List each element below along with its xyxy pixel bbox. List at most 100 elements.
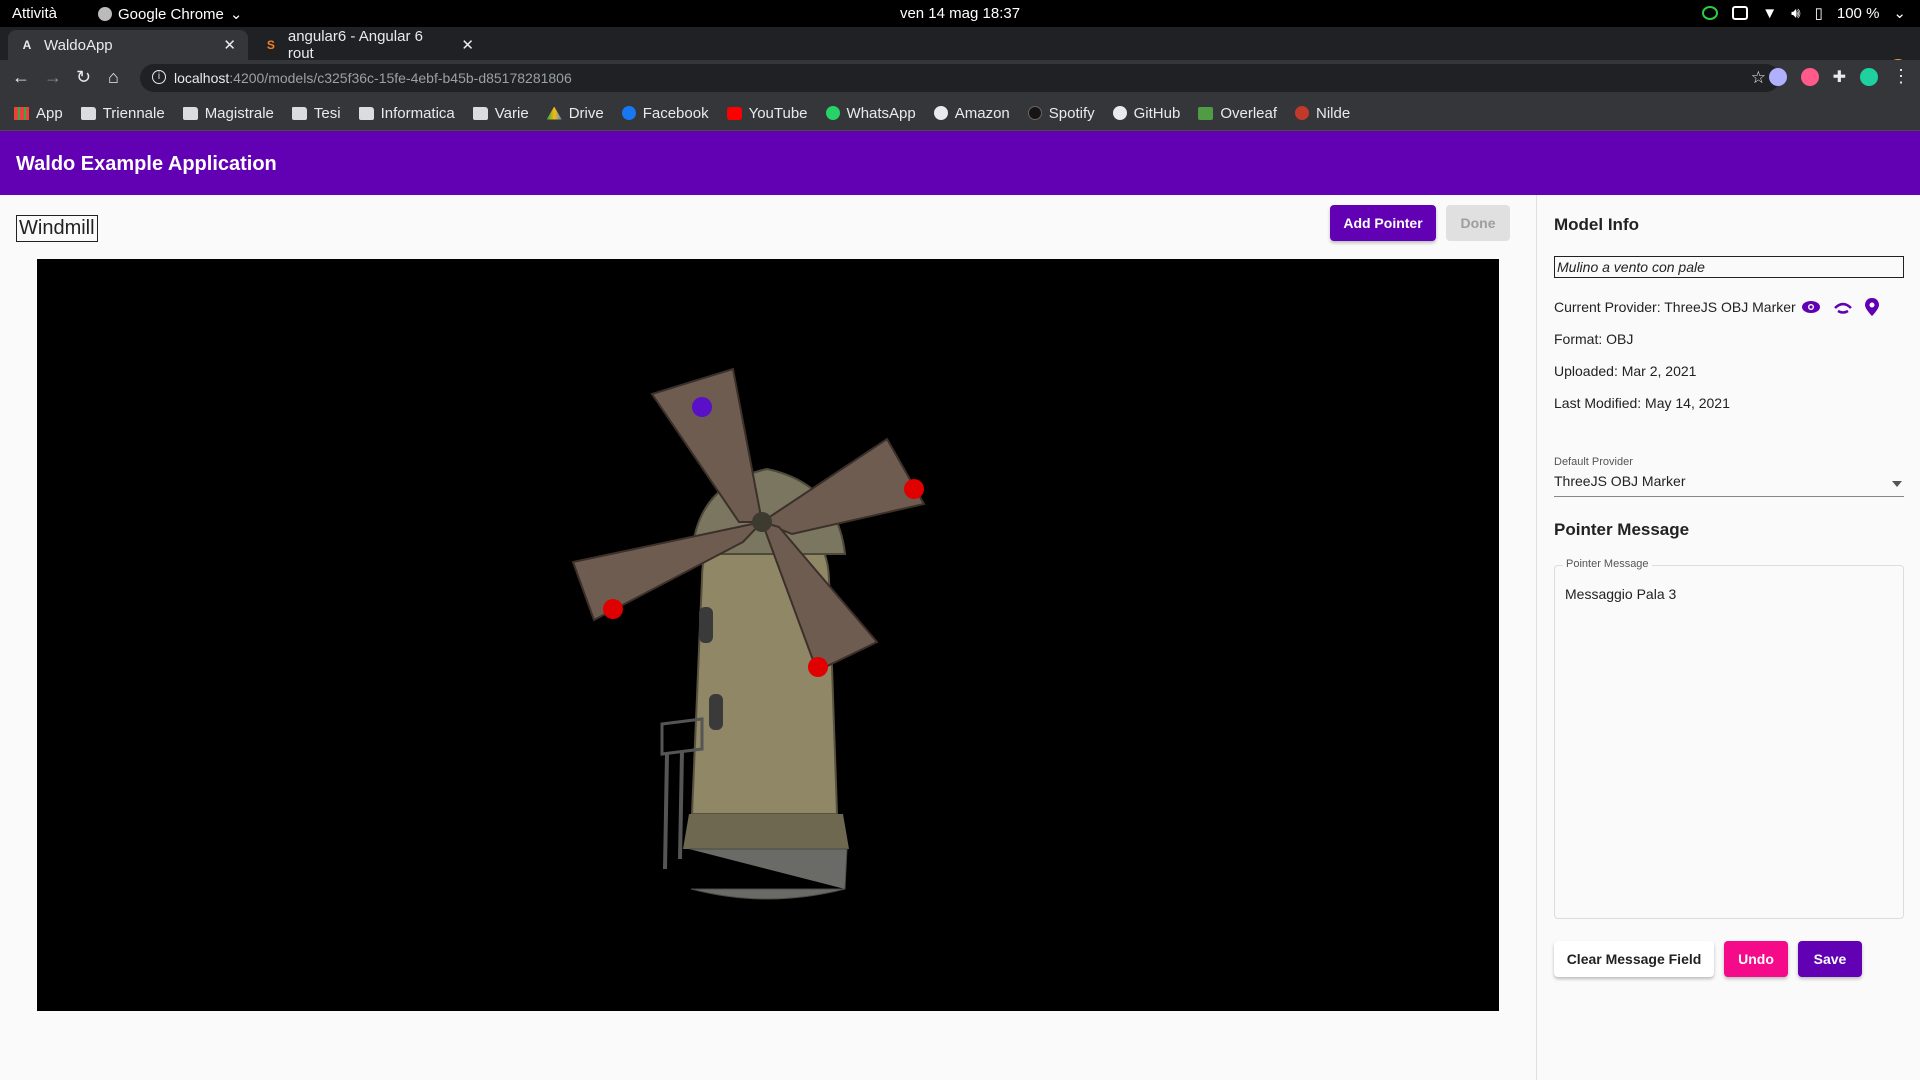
tab-strip: A WaldoApp ✕ S angular6 - Angular 6 rout… [0, 27, 1920, 82]
bookmarks-bar: App Triennale Magistrale Tesi Informatic… [0, 96, 1920, 131]
bookmark-label: Informatica [380, 104, 455, 122]
bookmark-varie[interactable]: Varie [472, 105, 529, 122]
done-button[interactable]: Done [1446, 205, 1510, 241]
bookmark-spotify[interactable]: Spotify [1027, 104, 1095, 122]
app-header: Waldo Example Application [0, 131, 1920, 195]
current-provider: Current Provider: ThreeJS OBJ Marker [1554, 299, 1796, 315]
menu-icon[interactable]: ⋮ [1892, 66, 1910, 87]
bookmark-label: App [36, 104, 63, 122]
3d-viewport[interactable] [37, 259, 1499, 1011]
forward-icon[interactable]: → [44, 67, 62, 88]
url-path: :4200/models/c325f36c-15fe-4ebf-b45b-d85… [229, 70, 572, 86]
system-tray[interactable]: ▼ 🔊︎ ▯ 100 % ⌄ [1702, 4, 1906, 22]
bookmark-app[interactable]: App [14, 105, 63, 122]
bookmark-facebook[interactable]: Facebook [621, 104, 709, 122]
bookmark-label: Amazon [954, 104, 1010, 122]
model-name-field[interactable]: Windmill [16, 215, 98, 242]
bookmark-magistrale[interactable]: Magistrale [182, 105, 274, 122]
uploaded-info: Uploaded: Mar 2, 2021 [1554, 363, 1697, 379]
wifi-icon: ▼ [1762, 4, 1778, 22]
clear-message-button[interactable]: Clear Message Field [1554, 941, 1714, 977]
home-icon[interactable]: ⌂ [108, 67, 119, 88]
battery-level: 100 % [1836, 4, 1880, 22]
folder-icon [182, 106, 198, 120]
profile-avatar[interactable] [1860, 67, 1878, 86]
bookmark-drive[interactable]: Drive [546, 104, 604, 122]
model-info-heading: Model Info [1554, 215, 1639, 234]
bookmark-overleaf[interactable]: Overleaf [1198, 105, 1277, 122]
github-icon [1112, 106, 1127, 120]
rotate-icon[interactable] [1833, 300, 1853, 314]
bookmark-label: Drive [568, 104, 604, 122]
bookmark-youtube[interactable]: YouTube [726, 105, 808, 122]
extension-icon[interactable] [1800, 67, 1819, 86]
description-field[interactable]: Mulino a vento con pale [1554, 256, 1904, 278]
browser-toolbar: ← → ↻ ⌂ i localhost:4200/models/c325f36c… [0, 60, 1920, 96]
bookmark-whatsapp[interactable]: WhatsApp [825, 104, 916, 122]
clipboard-icon [1732, 6, 1749, 20]
address-bar[interactable]: i localhost:4200/models/c325f36c-15fe-4e… [140, 64, 1780, 92]
pointer-message-label: Pointer Message [1563, 558, 1652, 570]
bookmark-github[interactable]: GitHub [1112, 104, 1181, 122]
location-pin-icon[interactable] [1865, 298, 1879, 316]
format-info: Format: OBJ [1554, 331, 1634, 347]
bookmark-label: Facebook [642, 104, 709, 122]
nilde-icon [1295, 106, 1310, 120]
pointer-marker[interactable] [808, 657, 828, 677]
model-info-panel: Model Info Mulino a vento con pale Curre… [1536, 195, 1920, 1080]
bookmark-label: GitHub [1133, 104, 1181, 122]
bookmark-triennale[interactable]: Triennale [80, 104, 165, 122]
bookmark-label: Spotify [1048, 104, 1095, 122]
pointer-message-heading: Pointer Message [1554, 520, 1690, 539]
facebook-icon [621, 106, 636, 120]
eye-icon[interactable] [1801, 300, 1821, 314]
folder-icon [472, 106, 488, 120]
app-title: Waldo Example Application [16, 153, 277, 175]
bookmark-label: Tesi [313, 104, 341, 122]
bookmark-label: Nilde [1316, 104, 1351, 122]
extension-icon[interactable] [1768, 67, 1787, 86]
bookmark-amazon[interactable]: Amazon [933, 104, 1010, 122]
pointer-marker[interactable] [603, 599, 623, 619]
bookmark-label: WhatsApp [846, 104, 916, 122]
back-icon[interactable]: ← [12, 67, 30, 88]
clock[interactable]: ven 14 mag 18:37 [0, 5, 1920, 22]
close-icon[interactable]: ✕ [223, 36, 236, 54]
windmill-blade [650, 367, 764, 523]
default-provider-value: ThreeJS OBJ Marker [1554, 473, 1686, 489]
windmill-model[interactable] [37, 259, 1499, 1011]
pointer-marker-selected[interactable] [692, 397, 712, 417]
tab-stackoverflow[interactable]: S angular6 - Angular 6 rout ✕ [252, 28, 486, 62]
undo-button[interactable]: Undo [1724, 941, 1788, 977]
site-info-icon[interactable]: i [152, 70, 166, 84]
dropdown-arrow-icon [1892, 481, 1902, 487]
bookmark-tesi[interactable]: Tesi [291, 104, 341, 122]
battery-icon: ▯ [1814, 5, 1823, 22]
pointer-message-textarea[interactable]: Pointer Message Messaggio Pala 3 [1554, 558, 1904, 919]
close-icon[interactable]: ✕ [461, 36, 474, 54]
pointer-marker[interactable] [904, 479, 924, 499]
bookmark-informatica[interactable]: Informatica [358, 104, 455, 122]
youtube-icon [726, 106, 742, 120]
status-icon [1702, 6, 1719, 20]
stackoverflow-icon: S [266, 38, 275, 52]
amazon-icon [933, 106, 948, 120]
tab-waldoapp[interactable]: A WaldoApp ✕ [8, 30, 248, 60]
tab-title: WaldoApp [44, 36, 113, 54]
bookmark-nilde[interactable]: Nilde [1295, 105, 1350, 122]
save-button[interactable]: Save [1798, 941, 1862, 977]
windmill-foundation [689, 848, 848, 900]
reload-icon[interactable]: ↻ [76, 67, 91, 88]
bookmark-star-icon[interactable]: ☆ [1751, 68, 1766, 88]
default-provider-select[interactable]: ThreeJS OBJ Marker [1554, 473, 1904, 497]
windmill-hub [752, 512, 772, 532]
bookmark-label: Overleaf [1220, 104, 1278, 122]
drive-icon [546, 106, 562, 120]
puzzle-icon[interactable]: ✚ [1833, 67, 1846, 87]
windmill-base-stones [683, 814, 849, 849]
window [709, 694, 723, 730]
overleaf-icon [1198, 106, 1214, 120]
balcony-post [678, 750, 684, 860]
bookmark-label: Triennale [102, 104, 165, 122]
add-pointer-button[interactable]: Add Pointer [1330, 205, 1436, 241]
